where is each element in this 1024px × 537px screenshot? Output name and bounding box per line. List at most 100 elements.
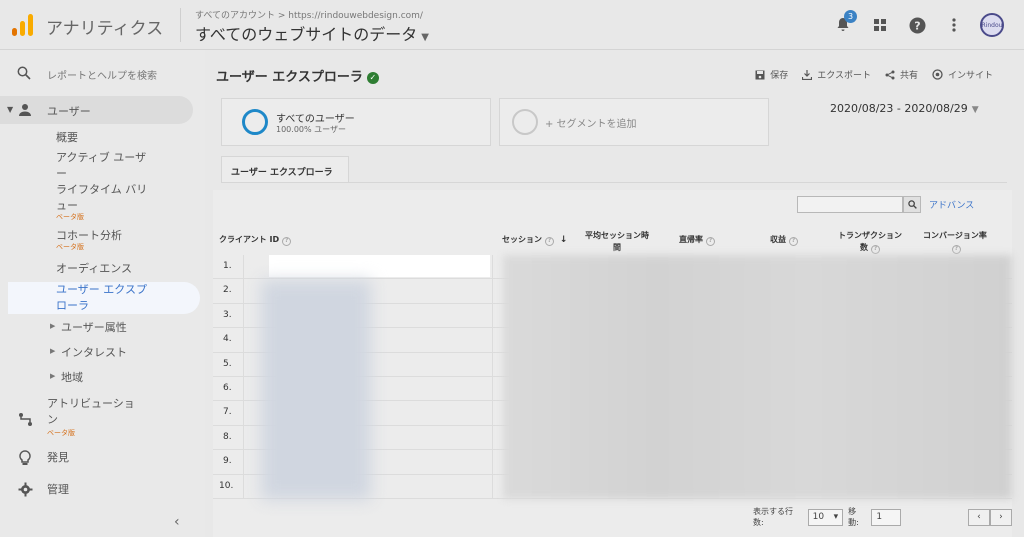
view-selector[interactable]: すべてのウェブサイトのデータ ▼: [195, 21, 429, 45]
transactions-label-2: 数: [860, 243, 868, 252]
attribution-label-2: ン: [47, 413, 58, 426]
download-icon: [802, 69, 813, 80]
more-vert-icon[interactable]: [943, 14, 965, 36]
column-avg-session-duration[interactable]: 平均セッション時間: [585, 230, 649, 254]
sidebar-item-interests[interactable]: インタレスト: [61, 344, 127, 360]
notifications-bell-icon[interactable]: 3: [832, 10, 857, 36]
advanced-filter-link[interactable]: アドバンス: [929, 198, 974, 211]
client-id-cell[interactable]: [243, 255, 493, 279]
user-explorer-label-2: ローラ: [56, 299, 89, 312]
column-transactions[interactable]: トランザクション数?: [838, 230, 902, 254]
table-search-button[interactable]: [903, 196, 921, 213]
segment-all-users[interactable]: すべてのユーザー 100.00% ユーザー: [221, 98, 491, 146]
row-number: 6.: [223, 382, 232, 393]
gear-icon: [18, 482, 33, 497]
help-tooltip-icon[interactable]: ?: [789, 236, 798, 246]
export-label: エクスポート: [817, 71, 871, 81]
account-breadcrumb[interactable]: すべてのアカウント > https://rindouwebdesign.com/: [195, 8, 423, 21]
insights-label: インサイト: [947, 71, 993, 81]
insights-button[interactable]: インサイト: [932, 68, 993, 81]
collapse-sidebar-icon[interactable]: ‹: [174, 514, 180, 530]
share-button[interactable]: 共有: [885, 68, 918, 81]
column-revenue[interactable]: 収益?: [770, 234, 798, 246]
share-icon: [885, 70, 895, 79]
expand-triangle-icon: ▶: [50, 322, 56, 330]
previous-page-button[interactable]: ‹: [967, 508, 990, 526]
analytics-logo-icon[interactable]: [12, 14, 34, 36]
page-title-text: ユーザー エクスプローラ: [216, 70, 363, 85]
sidebar-item-lifetime[interactable]: ライフタイム バリ ュー: [56, 182, 147, 214]
row-number: 9.: [223, 456, 232, 467]
help-tooltip-icon[interactable]: ?: [871, 244, 880, 254]
help-tooltip-icon[interactable]: ?: [706, 236, 715, 246]
rows-per-page-value: 10: [812, 511, 825, 522]
help-tooltip-icon[interactable]: ?: [951, 244, 961, 254]
column-bounce-label: 直帰率: [679, 235, 703, 244]
tab-user-explorer[interactable]: ユーザー エクスプローラ: [221, 156, 349, 183]
share-label: 共有: [899, 71, 918, 81]
column-conversion-label: コンバージョン率: [923, 231, 987, 240]
help-icon[interactable]: ?: [906, 14, 928, 36]
row-number: 5.: [223, 358, 232, 369]
avg-session-label-2: 間: [613, 243, 621, 252]
sidebar-item-overview[interactable]: 概要: [56, 130, 78, 146]
caret-down-icon: ▼: [421, 32, 429, 43]
add-segment-button[interactable]: + セグメントを追加: [499, 98, 769, 146]
table-search-input[interactable]: [797, 196, 903, 213]
sidebar-item-user-explorer[interactable]: ユーザー エクスプ ローラ: [8, 282, 200, 314]
insights-icon: [932, 69, 943, 80]
transactions-label-1: トランザクション: [838, 231, 902, 240]
blurred-client-ids: [261, 280, 371, 500]
row-number: 4.: [223, 334, 232, 345]
main-content: ユーザー エクスプローラ ✓ 保存 エクスポート 共有 インサイト すべてのユーザ…: [205, 50, 1024, 537]
sidebar-item-user[interactable]: ▼ ユーザー: [0, 96, 193, 124]
sidebar-item-active-users[interactable]: アクティブ ユーザ ー: [56, 150, 146, 182]
user-section-label: ユーザー: [47, 105, 91, 118]
user-table-panel: アドバンス クライアント ID? セッション? ↓ 平均セッション時間 直帰率?…: [213, 190, 1012, 537]
sidebar-search[interactable]: レポートとヘルプを検索: [0, 64, 205, 84]
help-tooltip-icon[interactable]: ?: [282, 236, 292, 246]
column-client-id-label: クライアント ID: [219, 235, 280, 244]
column-client-id[interactable]: クライアント ID?: [219, 234, 292, 246]
beta-badge: ベータ版: [56, 213, 84, 221]
account-avatar[interactable]: Rindou: [980, 13, 1004, 37]
attribution-icon: [19, 413, 32, 426]
avg-session-label-1: 平均セッション時: [585, 231, 649, 240]
column-conversion-rate[interactable]: コンバージョン率?: [923, 230, 987, 254]
empty-segment-circle-icon: [512, 109, 538, 135]
column-bounce-rate[interactable]: 直帰率?: [679, 234, 715, 246]
save-button[interactable]: 保存: [755, 68, 788, 81]
rows-per-page-select[interactable]: 10 ▾: [807, 508, 844, 526]
segment-name: すべてのユーザー: [276, 114, 355, 125]
lightbulb-icon: [19, 450, 31, 465]
row-number: 3.: [223, 309, 232, 320]
expand-triangle-icon: ▶: [50, 347, 56, 355]
sidebar-item-admin[interactable]: 管理: [47, 482, 69, 498]
row-number: 8.: [223, 431, 232, 442]
sidebar-item-discover[interactable]: 発見: [47, 450, 69, 466]
next-page-button[interactable]: ›: [989, 508, 1012, 526]
row-number: 2.: [223, 285, 232, 296]
row-number: 1.: [223, 261, 232, 271]
caret-down-icon: ▼: [971, 105, 979, 115]
row-number: 7.: [223, 407, 232, 418]
user-explorer-label-1: ユーザー エクスプ: [56, 283, 147, 296]
sidebar-item-geo[interactable]: 地域: [61, 369, 83, 385]
apps-grid-icon[interactable]: [869, 14, 891, 36]
sidebar-item-user-attributes[interactable]: ユーザー属性: [61, 319, 127, 335]
sidebar-item-attribution[interactable]: アトリビューショ ン: [47, 396, 135, 428]
help-tooltip-icon[interactable]: ?: [545, 236, 554, 246]
search-icon: [17, 66, 31, 80]
export-button[interactable]: エクスポート: [802, 68, 871, 81]
date-range-picker[interactable]: 2020/08/23 - 2020/08/29 ▼: [830, 102, 979, 115]
page-title: ユーザー エクスプローラ ✓: [216, 66, 379, 85]
column-sessions-label: セッション: [502, 235, 542, 244]
segment-percentage: 100.00% ユーザー: [276, 125, 346, 134]
segment-circle-icon: [242, 109, 268, 135]
client-id-redacted: [269, 255, 490, 277]
person-icon: [19, 104, 31, 116]
column-sessions[interactable]: セッション? ↓: [502, 234, 567, 246]
search-icon: [907, 200, 917, 209]
goto-page-input[interactable]: 1: [871, 508, 901, 526]
sidebar-item-audiences[interactable]: オーディエンス: [56, 261, 132, 277]
